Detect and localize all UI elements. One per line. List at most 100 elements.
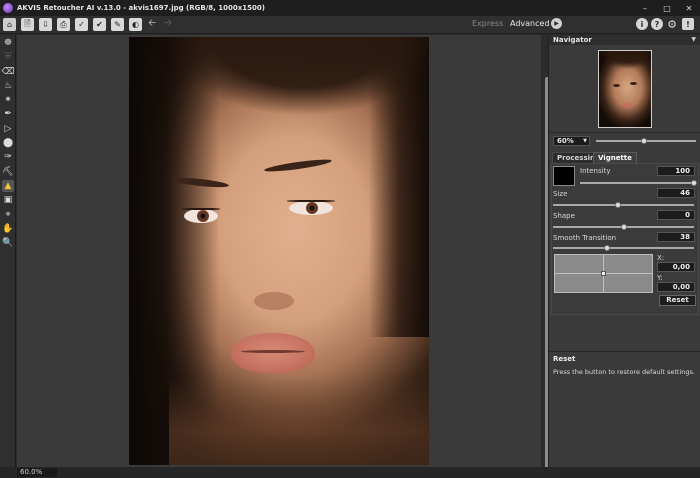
x-value[interactable]: 0,00 xyxy=(657,262,695,272)
help-title: Reset xyxy=(553,355,576,363)
redo-button[interactable]: 🡪 xyxy=(162,18,174,31)
play-icon: ▶ xyxy=(554,20,559,27)
tool-eraser[interactable]: ⌫ xyxy=(2,66,15,78)
intensity-value[interactable]: 100 xyxy=(657,166,695,176)
tool-stamp[interactable]: ▣ xyxy=(2,194,14,206)
mode-express-link[interactable]: Express xyxy=(472,19,503,28)
tool-chisel[interactable]: ⛏ xyxy=(2,166,14,178)
zoom-select-value: 60% xyxy=(557,137,574,145)
y-value[interactable]: 0,00 xyxy=(657,282,695,292)
vignette-color-swatch[interactable] xyxy=(553,166,575,186)
maximize-button[interactable]: □ xyxy=(656,0,678,16)
tool-paint-bucket[interactable]: ♨ xyxy=(2,80,14,92)
center-picker-handle[interactable] xyxy=(601,271,606,276)
photo-canvas[interactable] xyxy=(129,37,429,465)
home-icon: ⌂ xyxy=(6,20,13,29)
help-button[interactable]: ? xyxy=(651,18,663,30)
help-icon: ? xyxy=(654,19,660,29)
preset-tone-icon: ◐ xyxy=(132,20,139,29)
size-value[interactable]: 46 xyxy=(657,188,695,198)
divider xyxy=(549,132,700,133)
preset-check-button[interactable]: ✔ xyxy=(93,18,106,31)
run-button[interactable]: ▶ xyxy=(551,18,562,29)
tool-retouch-brush[interactable]: ☸ xyxy=(2,37,14,49)
undo-button[interactable]: 🡨 xyxy=(146,18,158,31)
shape-slider-knob[interactable] xyxy=(620,224,627,230)
x-label: X: xyxy=(657,254,665,262)
notifications-button[interactable]: ! xyxy=(682,18,694,30)
vignette-center-picker[interactable] xyxy=(554,254,653,293)
tool-magic-wand[interactable]: ✶ xyxy=(2,94,14,106)
photo-region xyxy=(241,350,305,353)
mode-advanced-link[interactable]: Advanced xyxy=(510,19,550,28)
size-slider[interactable] xyxy=(553,204,694,206)
print-button[interactable]: ⎙ xyxy=(57,18,70,31)
chevron-down-icon: ▼ xyxy=(583,138,587,144)
preset-brush-button[interactable]: ✓ xyxy=(75,18,88,31)
smooth-transition-value[interactable]: 38 xyxy=(657,232,695,242)
preset-tone-button[interactable]: ◐ xyxy=(129,18,142,31)
hand-icon: ✋ xyxy=(2,223,14,234)
tool-zoom[interactable]: 🔍 xyxy=(2,237,14,249)
chisel-icon: ⛏ xyxy=(2,166,14,177)
preset-edit-button[interactable]: ✎ xyxy=(111,18,124,31)
shape-label: Shape xyxy=(553,212,575,220)
main-toolbar: ⌂ 🗎 ⇩ ⎙ ✓ ✔ ✎ ◐ 🡨 🡪 Express Advanced ▶ i… xyxy=(0,16,700,34)
collapse-icon[interactable]: ▼ xyxy=(691,35,696,45)
reset-button[interactable]: Reset xyxy=(659,295,696,306)
smooth-transition-slider[interactable] xyxy=(553,247,694,249)
smooth-transition-label: Smooth Transition xyxy=(553,234,617,242)
photo-region xyxy=(129,37,429,197)
thumbnail-region xyxy=(613,84,620,87)
photo-region xyxy=(182,208,220,210)
photo-region xyxy=(231,333,315,373)
polygon-select-icon: ▷ xyxy=(4,123,12,134)
thumbnail-region xyxy=(599,51,651,79)
photo-region xyxy=(289,201,333,215)
shape-value[interactable]: 0 xyxy=(657,210,695,220)
info-button[interactable]: i xyxy=(636,18,648,30)
shield-icon: ⛨ xyxy=(4,52,12,63)
photo-region xyxy=(254,292,294,310)
photo-region xyxy=(184,209,218,223)
navigator-header[interactable]: Navigator ▼ xyxy=(549,35,700,45)
tool-dropper[interactable]: ✒ xyxy=(2,108,14,120)
color-picker-icon: ✑ xyxy=(4,152,12,163)
tool-color-picker[interactable]: ✑ xyxy=(2,151,14,163)
zoom-slider-knob[interactable] xyxy=(641,138,647,144)
tool-selection-shield[interactable]: ⛨ xyxy=(2,51,14,63)
size-slider-knob[interactable] xyxy=(614,202,621,208)
photo-region xyxy=(169,377,429,465)
tool-hand[interactable]: ✋ xyxy=(2,223,14,235)
status-bar: 60.0% xyxy=(0,467,700,478)
close-button[interactable]: ✕ xyxy=(678,0,700,16)
navigator-thumbnail[interactable] xyxy=(598,50,652,128)
open-file-button[interactable]: 🗎 xyxy=(21,18,34,31)
print-icon: ⎙ xyxy=(60,19,67,29)
tool-polygon-select[interactable]: ▷ xyxy=(2,123,14,135)
zoom-select[interactable]: 60% ▼ xyxy=(553,136,590,146)
title-bar: AKVIS Retoucher AI v.13.0 - akvis1697.jp… xyxy=(0,0,700,16)
size-label: Size xyxy=(553,190,568,198)
preset-check-icon: ✔ xyxy=(96,20,103,29)
tool-clone-stamp[interactable]: ▲ xyxy=(2,179,14,192)
smooth-transition-slider-knob[interactable] xyxy=(603,245,610,251)
navigator-title: Navigator xyxy=(553,36,592,44)
tool-crop[interactable]: ⌖ xyxy=(2,209,14,221)
intensity-slider-knob[interactable] xyxy=(691,180,697,186)
dropper-icon: ✒ xyxy=(4,109,12,120)
y-label: Y: xyxy=(657,274,663,282)
crop-icon: ⌖ xyxy=(5,209,11,220)
status-zoom[interactable]: 60.0% xyxy=(17,468,57,477)
save-file-button[interactable]: ⇩ xyxy=(39,18,52,31)
tab-vignette[interactable]: Vignette xyxy=(593,152,637,163)
intensity-slider[interactable] xyxy=(580,182,694,184)
minimize-button[interactable]: – xyxy=(634,0,656,16)
help-text: Press the button to restore default sett… xyxy=(553,368,695,376)
tool-blob[interactable]: ⬤ xyxy=(2,137,14,149)
home-button[interactable]: ⌂ xyxy=(3,18,16,31)
zoom-icon: 🔍 xyxy=(2,238,14,249)
settings-button[interactable]: ⚙ xyxy=(666,18,678,31)
image-workspace[interactable] xyxy=(17,35,552,478)
open-file-icon: 🗎 xyxy=(24,18,31,28)
